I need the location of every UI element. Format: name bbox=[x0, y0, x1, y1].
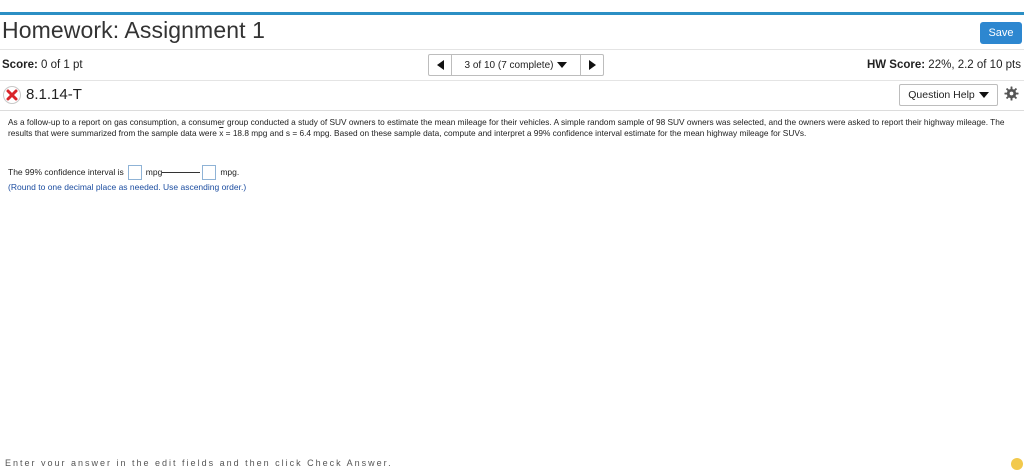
upper-unit: mpg. bbox=[220, 167, 240, 177]
question-help-label: Question Help bbox=[908, 89, 975, 101]
incorrect-x-icon bbox=[3, 86, 21, 104]
save-button[interactable]: Save bbox=[980, 22, 1022, 44]
triangle-left-icon bbox=[436, 60, 444, 70]
triangle-down-icon bbox=[978, 92, 989, 98]
question-text-part2: = 18.8 mpg and s = 6.4 mpg. Based on the… bbox=[223, 128, 807, 138]
footer-instruction: Enter your answer in the edit fields and… bbox=[5, 458, 393, 466]
interval-dash bbox=[162, 171, 201, 173]
hw-score-label: HW Score: bbox=[866, 59, 926, 71]
question-status-dropdown[interactable]: 3 of 10 (7 complete) bbox=[452, 55, 580, 75]
answer-area: The 99% confidence interval is mpg mpg. … bbox=[8, 164, 908, 192]
help-circle-icon[interactable] bbox=[1011, 458, 1023, 470]
gear-icon[interactable] bbox=[1004, 86, 1019, 101]
upper-bound-input[interactable] bbox=[202, 164, 217, 180]
answer-line: The 99% confidence interval is mpg mpg. bbox=[8, 164, 908, 180]
question-text: As a follow-up to a report on gas consum… bbox=[8, 117, 1016, 139]
score: Score: 0 of 1 pt bbox=[2, 59, 83, 71]
hw-score-value: 22%, 2.2 of 10 pts bbox=[928, 59, 1021, 71]
next-question-button[interactable] bbox=[580, 55, 603, 75]
title-bar: Homework: Assignment 1 Save bbox=[0, 15, 1024, 49]
hw-score: HW Score: 22%, 2.2 of 10 pts bbox=[867, 59, 1021, 71]
rounding-hint: (Round to one decimal place as needed. U… bbox=[8, 182, 247, 192]
question-status-text: 3 of 10 (7 complete) bbox=[464, 59, 554, 71]
lower-unit: mpg bbox=[145, 167, 163, 177]
score-bar: Score: 0 of 1 pt 3 of 10 (7 complete) HW… bbox=[0, 49, 1024, 81]
triangle-down-icon bbox=[557, 62, 568, 68]
score-label: Score: bbox=[2, 59, 38, 71]
page-title: Homework: Assignment 1 bbox=[2, 17, 265, 43]
lower-bound-input[interactable] bbox=[127, 164, 142, 180]
question-help-button[interactable]: Question Help bbox=[899, 84, 998, 106]
problem-header: 8.1.14-T Question Help bbox=[0, 80, 1024, 111]
answer-prefix: The 99% confidence interval is bbox=[8, 167, 124, 177]
previous-question-button[interactable] bbox=[429, 55, 452, 75]
score-value: 0 of 1 pt bbox=[41, 59, 83, 71]
triangle-right-icon bbox=[588, 60, 596, 70]
question-navigator: 3 of 10 (7 complete) bbox=[428, 54, 604, 76]
problem-id: 8.1.14-T bbox=[26, 86, 82, 103]
